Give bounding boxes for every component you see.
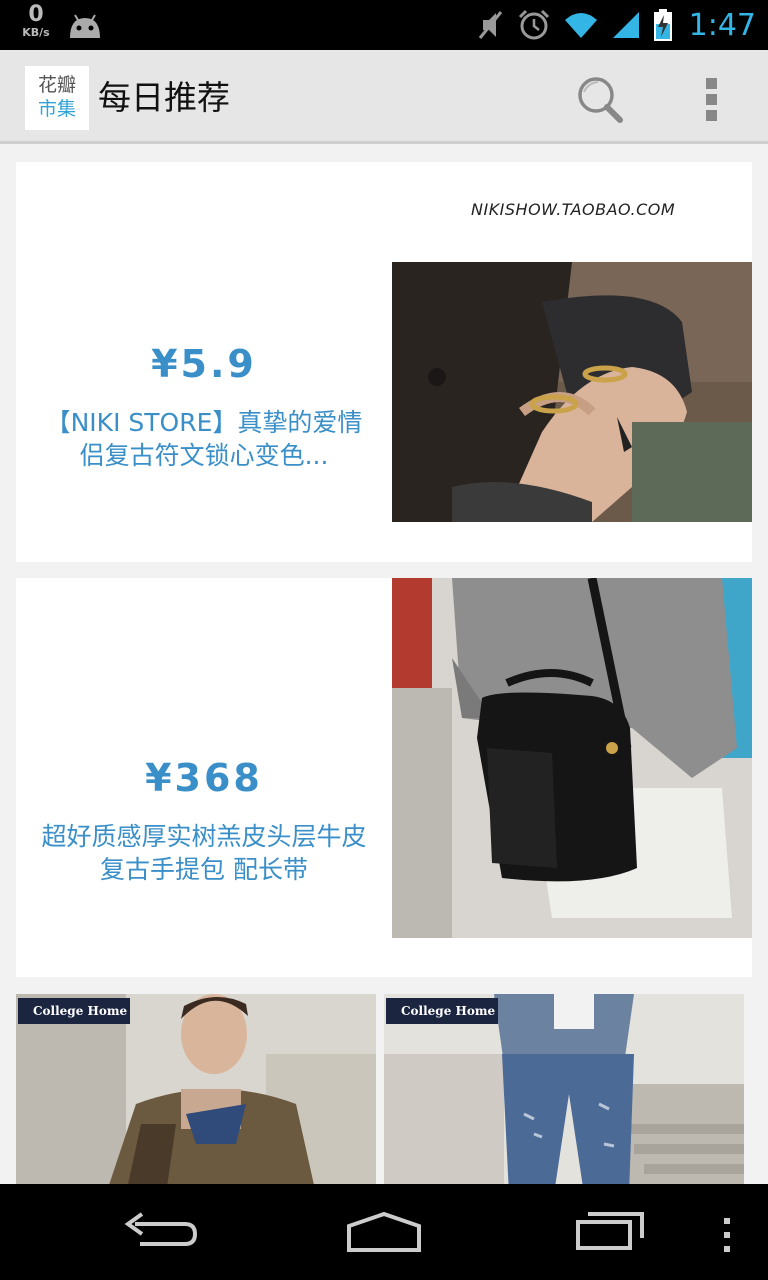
alarm-icon xyxy=(518,9,549,40)
product-card[interactable]: ¥368 超好质感厚实树羔皮头层牛皮复古手提包 配长带 xyxy=(16,578,752,977)
product-card[interactable]: NIKISHOW.TAOBAO.COM ¥5.9 【NIKI STORE】真挚的… xyxy=(16,162,752,562)
app-logo-line1: 花瓣 xyxy=(37,74,76,96)
product-price: ¥368 xyxy=(145,756,263,800)
mute-icon xyxy=(478,11,502,39)
recent-apps-icon[interactable] xyxy=(560,1202,660,1262)
product-description: 【NIKI STORE】真挚的爱情侣复古符文锁心变色... xyxy=(45,408,363,470)
product-tile[interactable]: College Home xyxy=(384,994,744,1184)
product-price: ¥5.9 xyxy=(151,342,257,386)
network-speed-unit: KB/s xyxy=(22,26,50,39)
navigation-bar xyxy=(0,1184,768,1280)
black-leather-handbag-photo[interactable] xyxy=(392,578,752,938)
back-icon[interactable] xyxy=(110,1202,210,1262)
search-icon[interactable] xyxy=(574,74,626,126)
rings-on-hands-photo[interactable] xyxy=(392,262,752,522)
signal-icon xyxy=(612,12,639,38)
recommendation-feed[interactable]: NIKISHOW.TAOBAO.COM ¥5.9 【NIKI STORE】真挚的… xyxy=(0,147,768,1184)
product-info: ¥368 超好质感厚实树羔皮头层牛皮复古手提包 配长带 xyxy=(16,756,392,886)
product-info: ¥5.9 【NIKI STORE】真挚的爱情侣复古符文锁心变色... xyxy=(16,342,392,472)
network-speed-value: 0 xyxy=(28,2,44,27)
brand-badge: College Home xyxy=(386,998,498,1024)
clock: 1:47 xyxy=(688,7,756,43)
android-debug-icon xyxy=(70,14,100,38)
page-title: 每日推荐 xyxy=(98,78,230,117)
wifi-icon xyxy=(564,13,597,38)
store-watermark: NIKISHOW.TAOBAO.COM xyxy=(471,200,676,219)
product-tile[interactable]: College Home xyxy=(16,994,376,1184)
app-logo[interactable]: 花瓣 市集 xyxy=(25,66,89,130)
brand-badge: College Home xyxy=(18,998,130,1024)
status-bar: 0 KB/s 1:47 xyxy=(0,0,768,50)
home-icon[interactable] xyxy=(334,1202,434,1262)
menu-icon[interactable] xyxy=(678,1202,768,1262)
action-bar: 花瓣 市集 每日推荐 xyxy=(0,50,768,144)
battery-charging-icon xyxy=(653,9,672,41)
app-logo-line2: 市集 xyxy=(37,98,76,120)
product-description: 超好质感厚实树羔皮头层牛皮复古手提包 配长带 xyxy=(41,822,367,884)
overflow-menu-icon[interactable] xyxy=(700,76,724,122)
network-speed: 0 KB/s xyxy=(16,4,56,40)
